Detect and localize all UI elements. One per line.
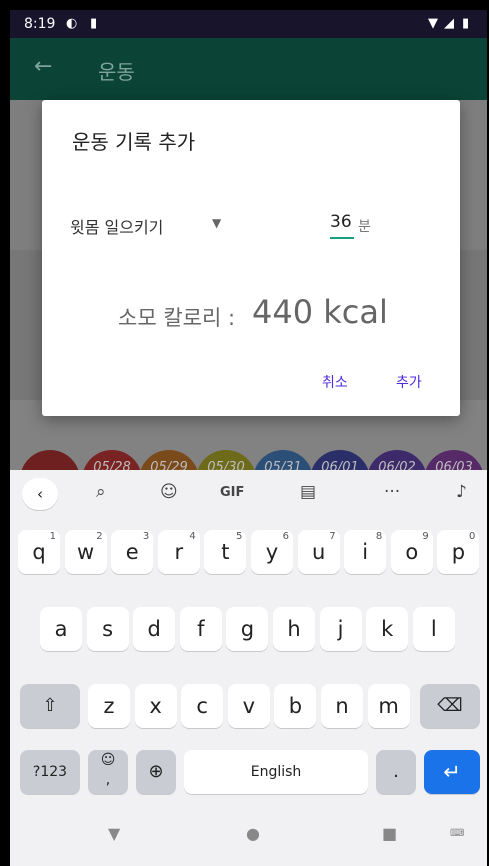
app-title: 운동 [98, 60, 135, 84]
key-letter: w [77, 540, 95, 564]
status-bar: 8:19 ◐ ▮ ▼ ◢ ▮ [10, 10, 487, 38]
search-icon[interactable]: ⌕ [96, 482, 106, 502]
key-j[interactable]: j [319, 607, 362, 651]
key-f[interactable]: f [179, 607, 222, 651]
key-number-hint: 9 [422, 531, 429, 542]
key-number-hint: 0 [469, 531, 476, 542]
period-key[interactable]: . [376, 750, 416, 794]
key-g[interactable]: g [226, 607, 269, 651]
wifi-icon: ▼ [428, 16, 438, 31]
backspace-key[interactable]: ⌫ [420, 684, 480, 728]
signal-icon: ◢ [444, 16, 454, 31]
key-z[interactable]: z [88, 684, 130, 728]
clipboard-icon[interactable]: ▤ [300, 482, 316, 502]
key-t[interactable]: t5 [204, 530, 247, 574]
key-number-hint: 3 [142, 531, 150, 542]
key-number-hint: 1 [49, 531, 56, 542]
dialog-title: 운동 기록 추가 [72, 130, 196, 154]
key-r[interactable]: r4 [157, 530, 200, 574]
keyboard-switch-icon[interactable]: ⌨ [450, 828, 464, 839]
back-nav-icon[interactable]: ▼ [108, 824, 120, 843]
key-l[interactable]: l [412, 607, 455, 651]
key-c[interactable]: c [181, 684, 224, 728]
globe-icon[interactable]: ⊕ [136, 750, 176, 794]
battery-icon: ▮ [462, 16, 470, 31]
key-i[interactable]: i8 [344, 530, 387, 574]
space-bar[interactable]: English [184, 750, 368, 794]
keyboard: ‹ ⌕ ☺ GIF ▤ ··· ♪ ⇧ ⌫ ?123 ☺, ⊕ English … [10, 470, 487, 866]
key-number-hint: 6 [282, 531, 289, 542]
key-letter: o [405, 540, 419, 564]
key-x[interactable]: x [134, 684, 177, 728]
back-arrow-icon[interactable]: ← [34, 54, 52, 79]
dropdown-arrow-icon[interactable]: ▼ [212, 216, 221, 230]
enter-key[interactable]: ↵ [424, 750, 480, 794]
key-q[interactable]: q1 [18, 530, 60, 574]
microphone-icon[interactable]: ♪ [456, 482, 467, 502]
key-letter: u [311, 540, 326, 564]
minutes-unit: 분 [358, 219, 371, 235]
phone-screen: 8:19 ◐ ▮ ▼ ◢ ▮ ← 운동 05/28 05/29 05/30 05… [10, 10, 487, 866]
add-exercise-dialog: 운동 기록 추가 윗몸 일으키기 ▼ 36 분 소모 칼로리 : 440 kca… [42, 100, 460, 416]
keyboard-toolbar: ‹ ⌕ ☺ GIF ▤ ··· ♪ [10, 470, 487, 518]
key-letter: i [362, 540, 369, 564]
home-nav-icon[interactable]: ● [246, 824, 260, 843]
sd-card-icon: ▮ [90, 16, 98, 31]
calorie-value: 440 kcal [252, 293, 388, 331]
key-number-hint: 5 [236, 531, 243, 542]
key-a[interactable]: a [40, 607, 82, 651]
key-k[interactable]: k [366, 607, 409, 651]
key-letter: q [32, 540, 46, 564]
key-v[interactable]: v [227, 684, 270, 728]
shift-key[interactable]: ⇧ [20, 684, 80, 728]
key-u[interactable]: u7 [297, 530, 340, 574]
emoji-comma-key[interactable]: ☺, [88, 750, 128, 794]
key-y[interactable]: y6 [251, 530, 293, 574]
key-letter: r [174, 540, 184, 564]
key-number-hint: 8 [375, 531, 383, 542]
key-number-hint: 7 [329, 531, 336, 542]
key-w[interactable]: w2 [64, 530, 107, 574]
gif-button[interactable]: GIF [220, 485, 244, 500]
more-button[interactable]: ··· [384, 482, 400, 502]
key-letter: p [451, 540, 466, 564]
key-number-hint: 2 [96, 531, 103, 542]
key-h[interactable]: h [273, 607, 315, 651]
calorie-label: 소모 칼로리 : [118, 306, 236, 330]
add-button[interactable]: 추가 [396, 372, 422, 392]
key-m[interactable]: m [367, 684, 410, 728]
cancel-button[interactable]: 취소 [322, 372, 348, 392]
key-o[interactable]: o9 [390, 530, 433, 574]
key-letter: e [125, 540, 139, 564]
status-time: 8:19 [24, 16, 56, 32]
symbols-key[interactable]: ?123 [20, 750, 80, 794]
app-bar: ← 운동 [10, 38, 487, 100]
recents-nav-icon[interactable]: ■ [382, 824, 397, 843]
key-n[interactable]: n [321, 684, 363, 728]
key-e[interactable]: e3 [111, 530, 154, 574]
exercise-select[interactable]: 윗몸 일으키기 [70, 214, 163, 238]
key-p[interactable]: p0 [437, 530, 480, 574]
sticker-icon[interactable]: ☺ [160, 482, 178, 502]
key-number-hint: 4 [189, 531, 196, 542]
key-b[interactable]: b [274, 684, 317, 728]
minutes-input[interactable]: 36 [330, 212, 356, 232]
chevron-left-icon[interactable]: ‹ [22, 478, 58, 510]
key-letter: y [265, 540, 279, 564]
key-s[interactable]: s [86, 607, 129, 651]
key-letter: t [221, 540, 230, 564]
minutes-input-underline [330, 237, 354, 239]
navigation-bar: ▼ ● ■ ⌨ [10, 806, 487, 866]
key-d[interactable]: d [133, 607, 176, 651]
app-notification-icon: ◐ [66, 16, 78, 31]
